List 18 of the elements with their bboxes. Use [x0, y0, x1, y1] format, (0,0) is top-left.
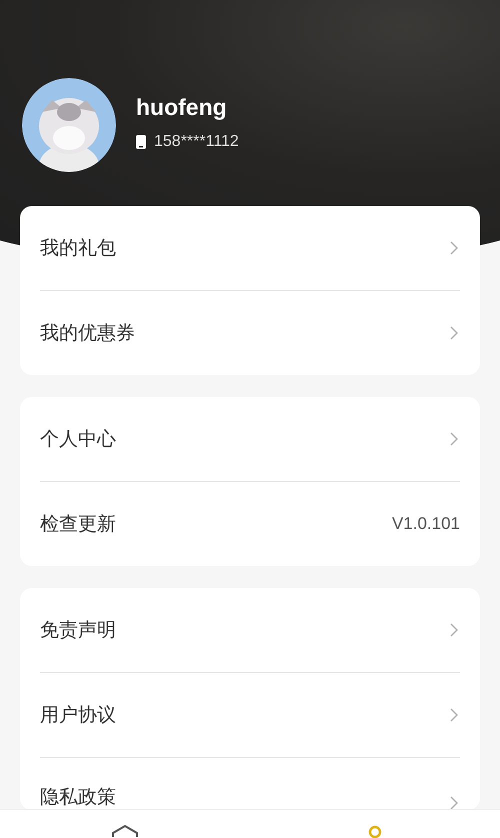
- home-icon[interactable]: [110, 824, 140, 838]
- chevron-icon: [450, 623, 458, 637]
- menu-item[interactable]: 免责声明: [40, 588, 460, 673]
- chevron-icon: [450, 708, 458, 722]
- menu-item[interactable]: 检查更新 V1.0.101: [40, 482, 460, 566]
- user-name: huofeng: [136, 94, 228, 120]
- menu-item[interactable]: 个人中心: [40, 397, 460, 482]
- phone-icon: [136, 134, 146, 148]
- menu-item[interactable]: 我的优惠券: [40, 291, 460, 375]
- chevron-icon: [450, 432, 458, 446]
- menu-item[interactable]: 隐私政策: [40, 758, 460, 810]
- chevron-icon: [450, 241, 458, 255]
- menu-item[interactable]: 用户协议: [40, 673, 460, 758]
- chevron-icon: [450, 796, 458, 810]
- menu-item[interactable]: 我的礼包: [40, 206, 460, 291]
- chevron-icon: [450, 326, 458, 340]
- version-number: V1.0.101: [392, 514, 460, 534]
- phone-number: 158****1112: [154, 132, 239, 150]
